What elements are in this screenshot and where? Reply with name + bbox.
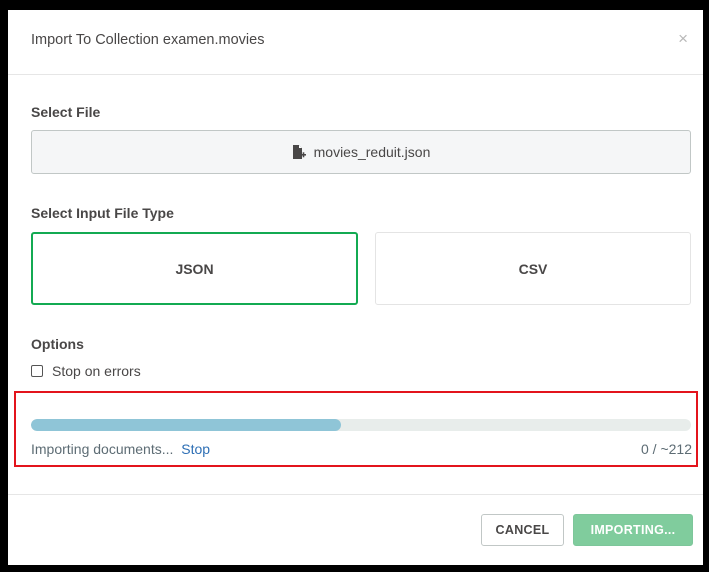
stop-on-errors-option[interactable]: Stop on errors [31, 363, 141, 379]
stop-on-errors-label: Stop on errors [52, 363, 141, 379]
dialog-header: Import To Collection examen.movies × [8, 10, 703, 75]
footer-divider [8, 494, 703, 495]
file-type-label: Select Input File Type [31, 205, 174, 221]
file-type-json-button[interactable]: JSON [31, 232, 358, 305]
import-button[interactable]: IMPORTING... [573, 514, 693, 546]
file-icon [292, 144, 306, 160]
stop-on-errors-checkbox[interactable] [31, 365, 43, 377]
select-file-label: Select File [31, 104, 101, 120]
selected-file-name: movies_reduit.json [313, 144, 431, 160]
file-type-csv-button[interactable]: CSV [375, 232, 691, 305]
cancel-button[interactable]: CANCEL [481, 514, 564, 546]
close-icon[interactable]: × [678, 30, 688, 47]
highlight-box [14, 391, 698, 467]
select-file-button[interactable]: movies_reduit.json [31, 130, 691, 174]
file-type-json-label: JSON [175, 260, 214, 277]
dialog-title: Import To Collection examen.movies [31, 32, 265, 48]
file-type-csv-label: CSV [518, 260, 548, 277]
import-dialog: Import To Collection examen.movies × Sel… [8, 10, 703, 565]
options-label: Options [31, 336, 84, 352]
